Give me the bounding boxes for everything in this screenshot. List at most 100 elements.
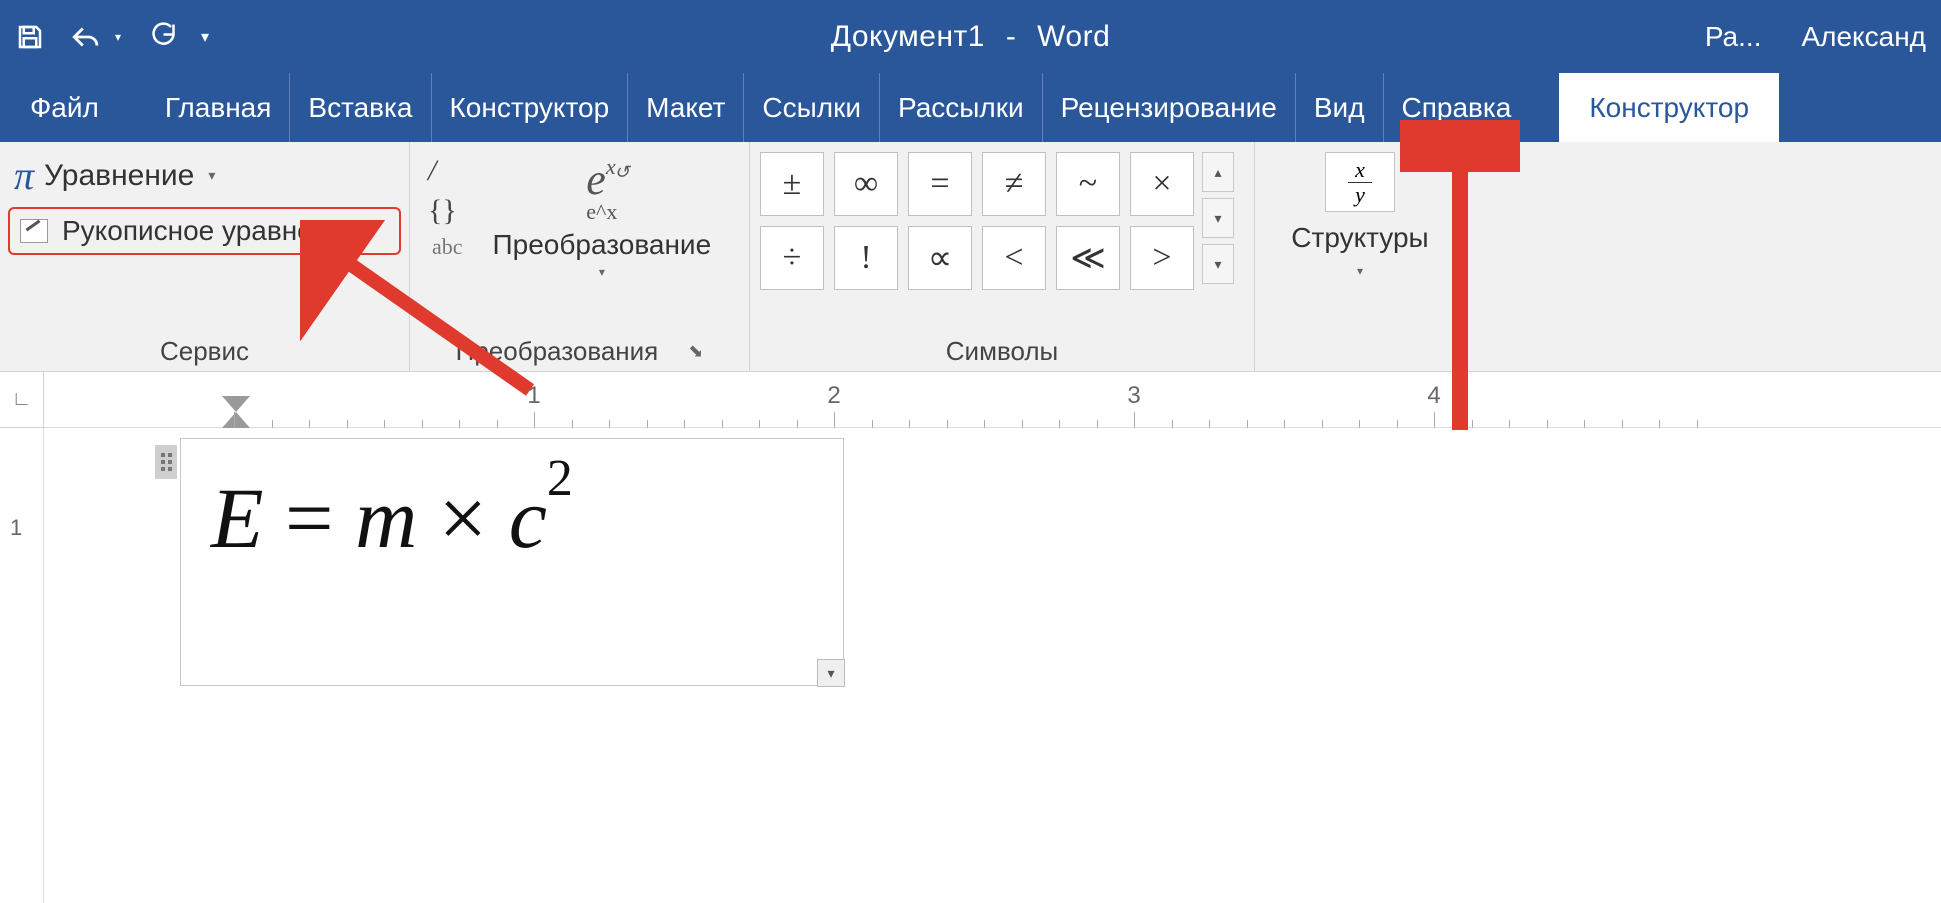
tab-insert[interactable]: Вставка — [290, 73, 431, 142]
eq-var-e: E — [211, 470, 264, 566]
indent-marker-bottom[interactable] — [222, 412, 250, 428]
tab-references[interactable]: Ссылки — [744, 73, 880, 142]
symbol-much-less[interactable]: ≪ — [1056, 226, 1120, 290]
ruler-number: 2 — [827, 382, 840, 410]
indent-marker-top[interactable] — [222, 396, 250, 412]
tab-label: Конструктор — [1589, 92, 1749, 124]
eq-var-m: m — [355, 470, 417, 566]
scroll-up-icon[interactable]: ▴ — [1202, 152, 1234, 192]
tab-label: Рассылки — [898, 92, 1024, 124]
ruler-number: 3 — [1127, 382, 1140, 410]
undo-dropdown-icon[interactable]: ▾ — [115, 30, 121, 44]
symbol-factorial[interactable]: ! — [834, 226, 898, 290]
qat-customize-icon[interactable]: ▾ — [201, 27, 209, 47]
vruler-number: 1 — [10, 515, 22, 541]
group-symbols-label: Символы — [946, 336, 1058, 367]
tab-review[interactable]: Рецензирование — [1043, 73, 1296, 142]
ruler-corner-icon[interactable]: ∟ — [0, 372, 44, 428]
save-icon[interactable] — [15, 22, 45, 52]
tab-label: Рецензирование — [1061, 92, 1277, 124]
structures-label: Структуры — [1291, 222, 1428, 254]
tool-tab-truncated: Ра... — [1705, 21, 1762, 53]
tab-label: Ссылки — [762, 92, 861, 124]
tab-mailings[interactable]: Рассылки — [880, 73, 1043, 142]
tab-label: Файл — [30, 92, 99, 124]
equation-options-dropdown-icon[interactable]: ▾ — [817, 659, 845, 687]
symbol-plus-minus[interactable]: ± — [760, 152, 824, 216]
convert-button[interactable]: ex↺ e^x Преобразование ▾ — [493, 154, 712, 279]
tab-label: Справка — [1402, 92, 1512, 124]
fraction-icon: xy — [1325, 152, 1395, 212]
tab-label: Макет — [646, 92, 725, 124]
equation-handle-icon[interactable] — [155, 445, 177, 479]
symbol-equals[interactable]: = — [908, 152, 972, 216]
chevron-down-icon: ▾ — [1357, 264, 1363, 278]
equation-format-options: / {} abc — [428, 154, 463, 260]
tab-equation-design[interactable]: Конструктор — [1559, 73, 1779, 142]
chevron-down-icon: ▾ — [208, 167, 215, 184]
redo-icon[interactable] — [146, 22, 176, 52]
group-tools-label: Сервис — [160, 336, 249, 367]
eq-times: × — [417, 470, 509, 566]
group-tools: π Уравнение ▾ Рукописное уравнение Серви… — [0, 142, 410, 371]
quick-access-toolbar: ▾ ▾ — [15, 22, 209, 52]
symbol-divide[interactable]: ÷ — [760, 226, 824, 290]
ruler-number: 4 — [1427, 382, 1440, 410]
chevron-down-icon: ▾ — [599, 265, 605, 279]
convert-label: Преобразование — [493, 229, 712, 261]
symbol-greater-than[interactable]: > — [1130, 226, 1194, 290]
eq-equals: = — [264, 470, 356, 566]
app-name: Word — [1037, 20, 1110, 53]
linear-icon[interactable]: / — [428, 154, 463, 188]
tab-label: Конструктор — [450, 92, 610, 124]
symbol-infinity[interactable]: ∞ — [834, 152, 898, 216]
tab-home[interactable]: Главная — [147, 73, 291, 142]
ribbon-tabs: Файл Главная Вставка Конструктор Макет С… — [0, 73, 1941, 142]
document-area: 1 E = m × c2 ▾ — [0, 428, 1941, 903]
tab-design[interactable]: Конструктор — [432, 73, 629, 142]
ribbon: π Уравнение ▾ Рукописное уравнение Серви… — [0, 142, 1941, 372]
dialog-launcher-icon[interactable]: ⬊ — [688, 341, 703, 362]
symbol-scroll: ▴ ▾ ▾ — [1202, 152, 1234, 284]
gallery-expand-icon[interactable]: ▾ — [1202, 244, 1234, 284]
group-symbols: ± ∞ = ≠ ~ × ÷ ! ∝ < ≪ > ▴ ▾ ▾ Символы — [750, 142, 1255, 371]
symbol-grid: ± ∞ = ≠ ~ × ÷ ! ∝ < ≪ > — [760, 152, 1194, 290]
equation-label: Уравнение — [44, 159, 194, 193]
undo-icon[interactable] — [70, 22, 104, 52]
document-name: Документ1 — [831, 20, 985, 53]
tab-help[interactable]: Справка — [1384, 73, 1530, 142]
user-name: Александ — [1801, 21, 1926, 53]
symbol-less-than[interactable]: < — [982, 226, 1046, 290]
ruler-number: 1 — [527, 382, 540, 410]
ink-icon — [20, 219, 48, 243]
abc-icon[interactable]: abc — [428, 234, 463, 260]
tab-label: Вставка — [308, 92, 412, 124]
horizontal-ruler[interactable]: ∟ 1 2 3 4 — [0, 372, 1941, 428]
window-title: Документ1 - Word — [0, 20, 1941, 54]
ink-equation-button[interactable]: Рукописное уравнение — [8, 207, 401, 255]
tab-layout[interactable]: Макет — [628, 73, 744, 142]
symbol-times[interactable]: × — [1130, 152, 1194, 216]
symbol-proportional[interactable]: ∝ — [908, 226, 972, 290]
group-structures: xy Структуры ▾ — [1255, 142, 1465, 371]
symbol-tilde[interactable]: ~ — [1056, 152, 1120, 216]
equation-button[interactable]: π Уравнение ▾ — [8, 148, 401, 203]
ink-equation-label: Рукописное уравнение — [62, 215, 359, 247]
group-conversions-label: Преобразования — [456, 336, 659, 367]
curly-braces-icon[interactable]: {} — [428, 194, 463, 228]
structures-button[interactable]: xy Структуры ▾ — [1263, 148, 1457, 278]
eq-exponent: 2 — [547, 450, 573, 507]
tab-view[interactable]: Вид — [1296, 73, 1384, 142]
vertical-ruler[interactable]: 1 — [0, 428, 44, 903]
equation-box[interactable]: E = m × c2 ▾ — [180, 438, 844, 686]
title-bar: ▾ ▾ Документ1 - Word Ра... Александ — [0, 0, 1941, 73]
scroll-down-icon[interactable]: ▾ — [1202, 198, 1234, 238]
eq-var-c: c — [509, 470, 547, 566]
equation-content[interactable]: E = m × c2 — [211, 449, 573, 568]
tab-file[interactable]: Файл — [0, 73, 117, 142]
pi-icon: π — [14, 152, 34, 199]
group-conversions: / {} abc ex↺ e^x Преобразование ▾ Преобр… — [410, 142, 750, 371]
symbol-not-equal[interactable]: ≠ — [982, 152, 1046, 216]
convert-icon: ex↺ e^x — [586, 154, 617, 225]
tab-label: Вид — [1314, 92, 1365, 124]
